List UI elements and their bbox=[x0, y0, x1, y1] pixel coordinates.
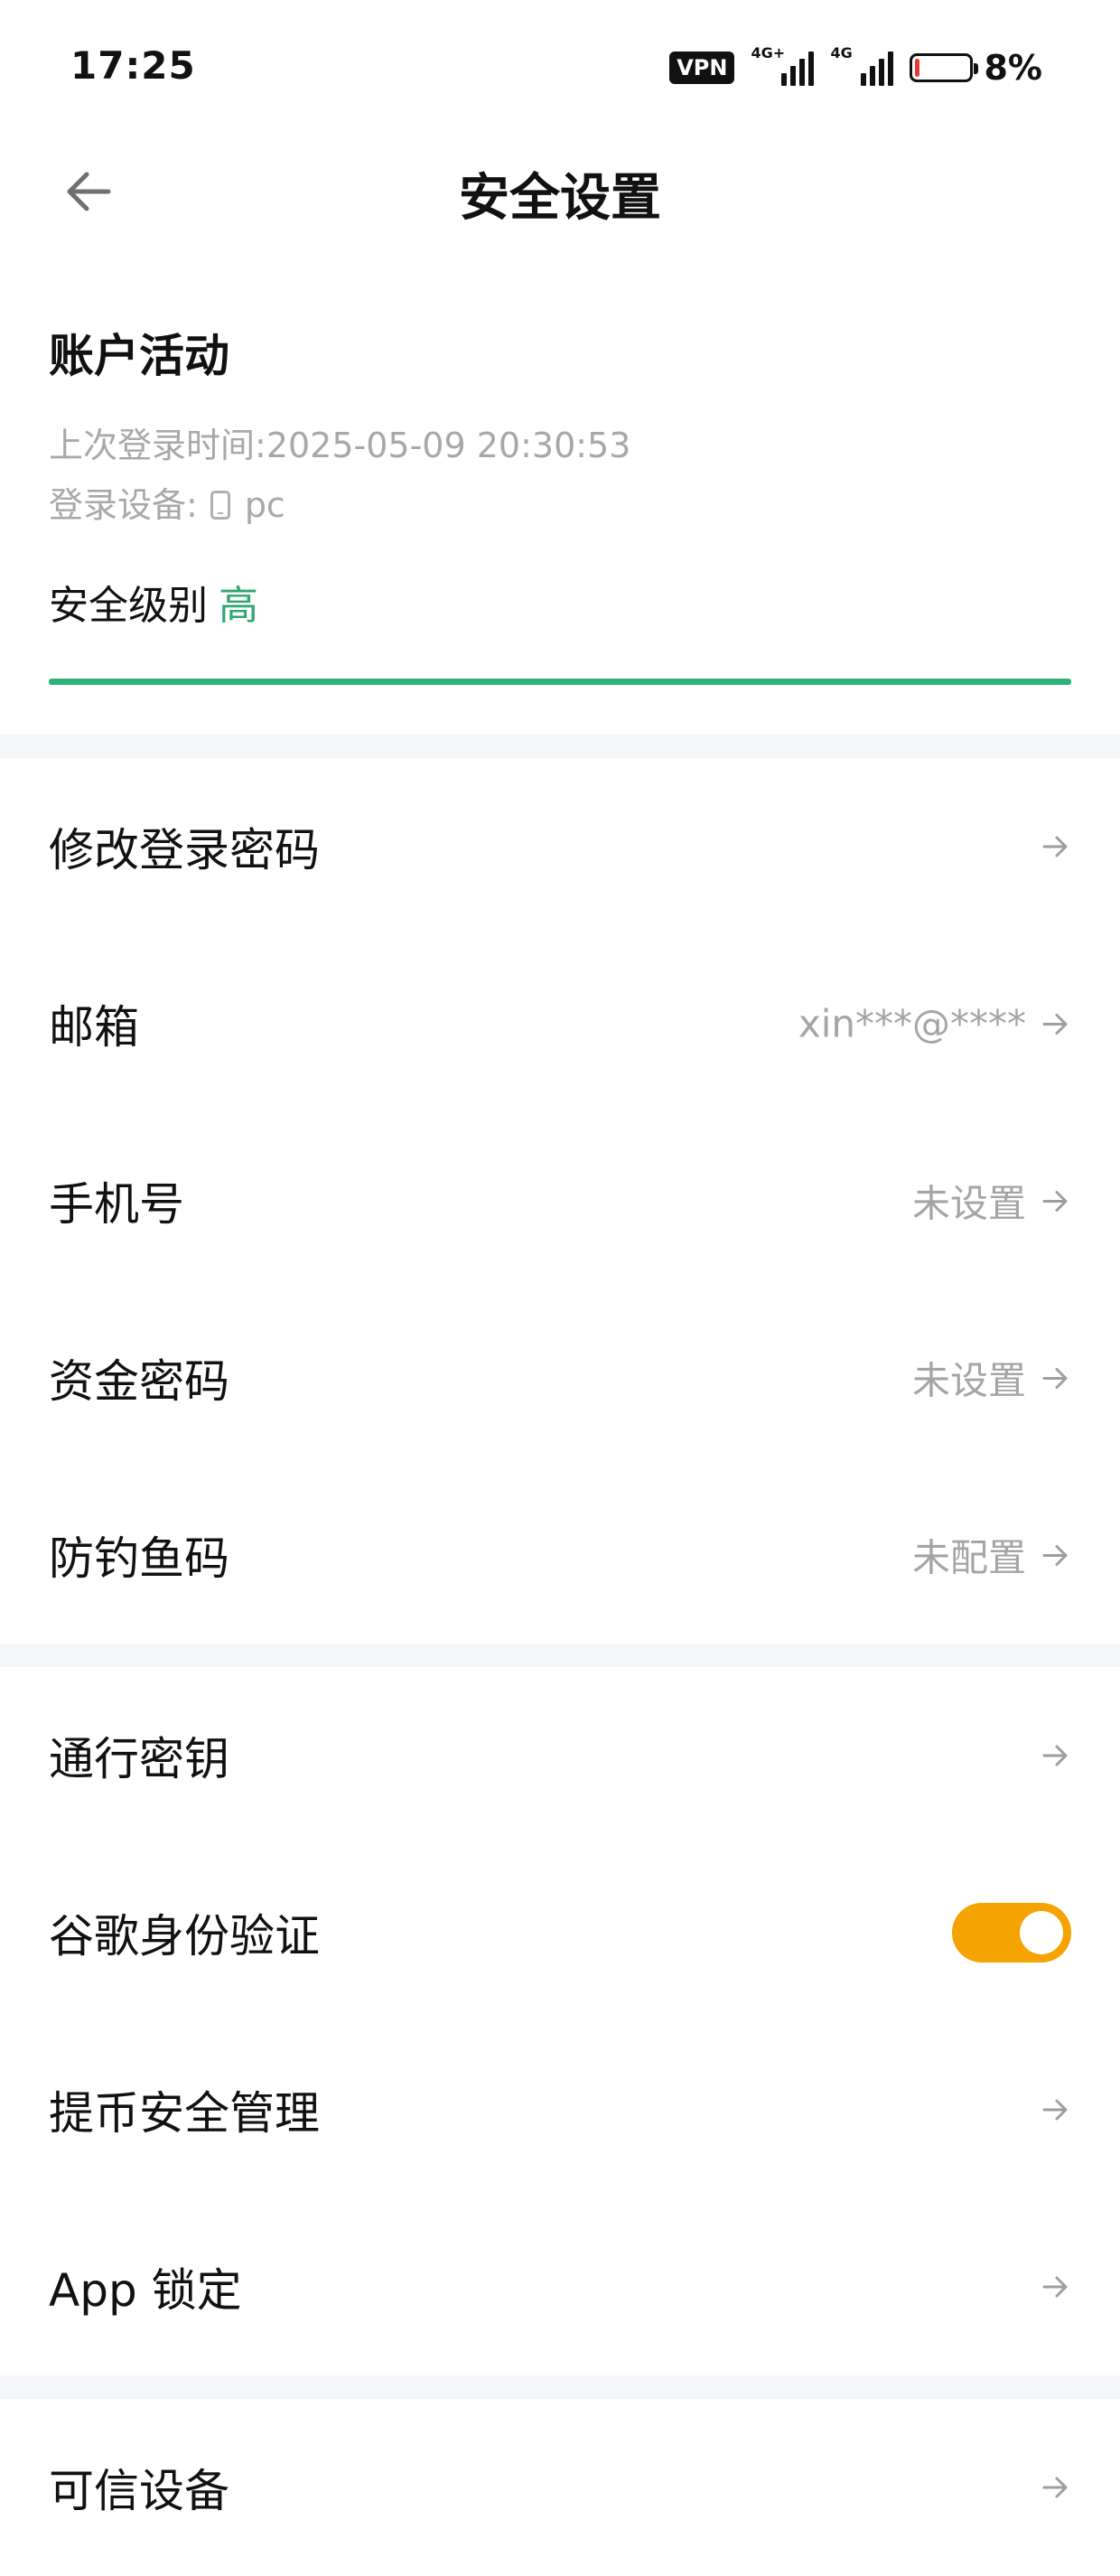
row-google-authenticator: 谷歌身份验证 bbox=[0, 1844, 1120, 2021]
row-label: App 锁定 bbox=[49, 2264, 242, 2317]
phone-device-icon bbox=[210, 491, 230, 520]
login-device-name: pc bbox=[244, 485, 285, 525]
status-time: 17:25 bbox=[70, 43, 196, 88]
signal-4g-plus-icon: 4G+ bbox=[751, 44, 815, 86]
last-login-label: 上次登录时间: bbox=[49, 426, 266, 465]
last-login-line: 上次登录时间: 2025-05-09 20:30:53 bbox=[49, 416, 1071, 475]
row-label: 邮箱 bbox=[49, 1001, 139, 1054]
last-login-time: 2025-05-09 20:30:53 bbox=[266, 426, 631, 465]
arrow-right-icon bbox=[1042, 836, 1068, 857]
login-device-label: 登录设备: bbox=[49, 485, 198, 525]
row-fund-password[interactable]: 资金密码 未设置 bbox=[0, 1289, 1120, 1466]
row-trusted-devices[interactable]: 可信设备 bbox=[0, 2399, 1120, 2576]
row-label: 防钓鱼码 bbox=[49, 1532, 229, 1585]
status-icons: VPN 4G+ 4G 8% bbox=[669, 44, 1042, 89]
arrow-right-icon bbox=[1042, 1745, 1068, 1766]
row-withdrawal-security[interactable]: 提币安全管理 bbox=[0, 2021, 1120, 2198]
row-value: 未设置 bbox=[911, 1181, 1026, 1226]
login-device-line: 登录设备: pc bbox=[49, 475, 1071, 535]
row-label: 通行密钥 bbox=[49, 1733, 229, 1785]
signal-tag-2: 4G bbox=[830, 44, 853, 61]
google-auth-toggle[interactable] bbox=[952, 1903, 1071, 1962]
section-divider bbox=[0, 2375, 1120, 2399]
battery-icon bbox=[910, 53, 979, 82]
row-change-login-password[interactable]: 修改登录密码 bbox=[0, 758, 1120, 935]
row-email[interactable]: 邮箱 xin***@**** bbox=[0, 935, 1120, 1112]
arrow-right-icon bbox=[1042, 2477, 1068, 2498]
row-value: 未配置 bbox=[911, 1535, 1026, 1580]
row-label: 可信设备 bbox=[49, 2465, 229, 2517]
row-anti-phishing-code[interactable]: 防钓鱼码 未配置 bbox=[0, 1466, 1120, 1644]
activity-title: 账户活动 bbox=[49, 330, 229, 382]
toggle-knob bbox=[1020, 1911, 1063, 1954]
page-header: 安全设置 bbox=[0, 136, 1120, 248]
row-passkey[interactable]: 通行密钥 bbox=[0, 1667, 1120, 1844]
arrow-right-icon bbox=[1042, 2099, 1068, 2121]
row-label: 修改登录密码 bbox=[49, 824, 320, 876]
vpn-badge: VPN bbox=[669, 52, 735, 84]
arrow-right-icon bbox=[1042, 1190, 1068, 1212]
section-divider bbox=[0, 1644, 1120, 1667]
row-value: 未设置 bbox=[911, 1358, 1026, 1403]
row-label: 资金密码 bbox=[49, 1355, 229, 1408]
row-phone-number[interactable]: 手机号 未设置 bbox=[0, 1112, 1120, 1289]
arrow-right-icon bbox=[1042, 1367, 1068, 1389]
row-app-lock[interactable]: App 锁定 bbox=[0, 2198, 1120, 2375]
arrow-right-icon bbox=[1042, 1013, 1068, 1035]
arrow-right-icon bbox=[1042, 1544, 1068, 1566]
status-bar: 17:25 VPN 4G+ 4G 8% bbox=[0, 0, 1120, 136]
battery-fill bbox=[915, 59, 920, 77]
section-divider bbox=[0, 735, 1120, 758]
signal-tag-1: 4G+ bbox=[751, 44, 786, 61]
row-label: 提币安全管理 bbox=[49, 2087, 320, 2140]
page-title: 安全设置 bbox=[459, 169, 661, 228]
security-level: 安全级别高 bbox=[49, 573, 1071, 631]
battery-percent: 8% bbox=[984, 48, 1042, 88]
row-value: xin***@**** bbox=[798, 1001, 1026, 1046]
account-activity: 账户活动 上次登录时间: 2025-05-09 20:30:53 登录设备: p… bbox=[49, 320, 1071, 631]
battery-indicator: 8% bbox=[910, 48, 1042, 88]
signal-4g-icon: 4G bbox=[830, 44, 894, 86]
arrow-right-icon bbox=[1042, 2276, 1068, 2298]
security-level-value: 高 bbox=[219, 583, 258, 629]
row-label: 谷歌身份验证 bbox=[49, 1910, 320, 1962]
row-label: 手机号 bbox=[49, 1178, 184, 1231]
security-level-bar bbox=[49, 679, 1071, 685]
security-level-label: 安全级别 bbox=[49, 583, 208, 629]
